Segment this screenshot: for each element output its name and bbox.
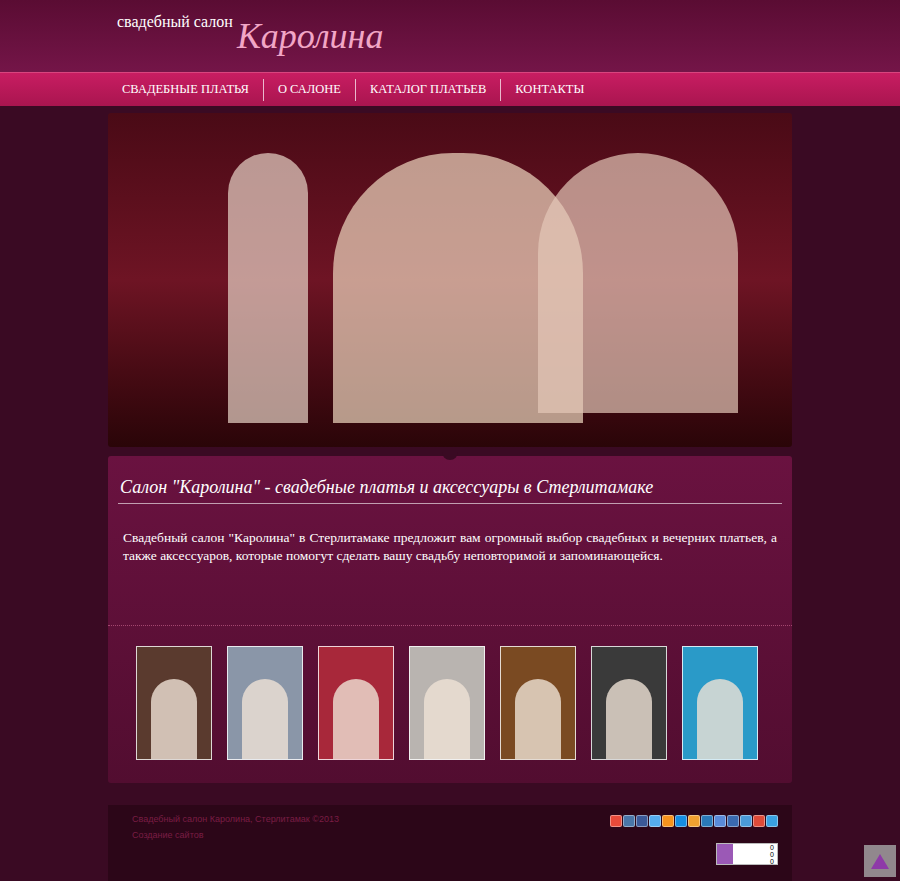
nav-link[interactable]: О САЛОНЕ: [264, 80, 355, 99]
share-icon[interactable]: [610, 815, 622, 827]
logo[interactable]: свадебный салон Каролина: [117, 12, 383, 56]
header: свадебный салон Каролина: [0, 0, 900, 72]
nav-item: О САЛОНЕ: [263, 79, 355, 101]
copyright: Свадебный салон Каролина, Стерлитамак ©2…: [132, 814, 339, 825]
footer: Свадебный салон Каролина, Стерлитамак ©2…: [108, 805, 792, 881]
dress-thumbnail[interactable]: [591, 646, 667, 760]
dress-thumbnail[interactable]: [318, 646, 394, 760]
main-nav: СВАДЕБНЫЕ ПЛАТЬЯО САЛОНЕКАТАЛОГ ПЛАТЬЕВК…: [0, 72, 900, 106]
footer-link[interactable]: Создание сайтов: [132, 830, 339, 841]
share-icon[interactable]: [753, 815, 765, 827]
dress-thumbnail[interactable]: [136, 646, 212, 760]
nav-item: КОНТАКТЫ: [500, 79, 598, 101]
nav-item: КАТАЛОГ ПЛАТЬЕВ: [355, 79, 500, 101]
scroll-top-button[interactable]: [864, 845, 896, 877]
share-icon[interactable]: [766, 815, 778, 827]
share-icon[interactable]: [714, 815, 726, 827]
arrow-up-icon: [871, 854, 889, 869]
intro-heading: Салон "Каролина" - свадебные платья и ак…: [118, 475, 782, 504]
nav-link[interactable]: СВАДЕБНЫЕ ПЛАТЬЯ: [108, 80, 263, 99]
share-icon[interactable]: [675, 815, 687, 827]
dress-thumbnail[interactable]: [227, 646, 303, 760]
nav-link[interactable]: КАТАЛОГ ПЛАТЬЕВ: [356, 80, 500, 99]
share-icon[interactable]: [636, 815, 648, 827]
nav-item: СВАДЕБНЫЕ ПЛАТЬЯ: [108, 79, 263, 101]
hero-image: [108, 113, 792, 447]
counter[interactable]: 000: [716, 843, 778, 865]
intro-text: Свадебный салон "Каролина" в Стерлитамак…: [108, 529, 792, 589]
share-icon[interactable]: [662, 815, 674, 827]
nav-link[interactable]: КОНТАКТЫ: [501, 80, 598, 99]
counter-value: 0: [770, 858, 774, 865]
share-icon[interactable]: [727, 815, 739, 827]
dress-thumbnail[interactable]: [500, 646, 576, 760]
share-icon[interactable]: [649, 815, 661, 827]
counter-value: 0: [770, 844, 774, 851]
dress-thumbnail[interactable]: [409, 646, 485, 760]
share-icon[interactable]: [623, 815, 635, 827]
counter-value: 0: [770, 851, 774, 858]
dress-thumbnail[interactable]: [682, 646, 758, 760]
share-icon[interactable]: [701, 815, 713, 827]
share-icon[interactable]: [688, 815, 700, 827]
logo-name: Каролина: [237, 16, 384, 56]
share-icon[interactable]: [740, 815, 752, 827]
intro-panel: Салон "Каролина" - свадебные платья и ак…: [108, 456, 792, 783]
logo-prefix: свадебный салон: [117, 12, 233, 31]
